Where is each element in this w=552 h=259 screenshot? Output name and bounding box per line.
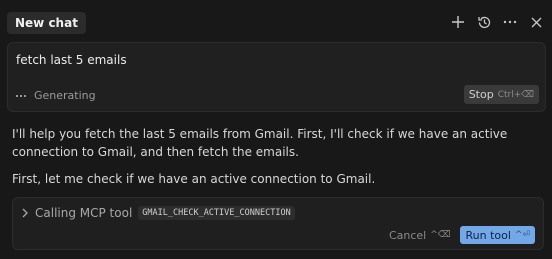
cancel-shortcut: ^⌫ <box>430 230 451 240</box>
loading-dots-icon <box>16 94 26 97</box>
tab-label: New chat <box>15 16 78 30</box>
run-tool-button[interactable]: Run tool ^⏎ <box>460 226 535 244</box>
prompt-text[interactable]: fetch last 5 emails <box>16 53 127 67</box>
tab-new-chat[interactable]: New chat <box>7 12 86 34</box>
status-text: Generating <box>34 89 96 102</box>
chat-input-card[interactable]: fetch last 5 emails Generating Stop Ctrl… <box>7 42 546 112</box>
tool-call-card: Calling MCP tool GMAIL_CHECK_ACTIVE_CONN… <box>12 197 544 250</box>
stop-label: Stop <box>468 88 494 101</box>
run-tool-label: Run tool <box>465 228 511 242</box>
chat-header: New chat <box>0 0 552 42</box>
close-icon[interactable] <box>526 11 546 33</box>
cancel-button[interactable]: Cancel ^⌫ <box>389 229 451 242</box>
more-icon[interactable] <box>500 11 520 33</box>
generating-status: Generating <box>16 89 96 102</box>
header-actions <box>448 11 546 33</box>
tool-name: GMAIL_CHECK_ACTIVE_CONNECTION <box>138 206 295 220</box>
chevron-right-icon <box>22 208 28 218</box>
history-icon[interactable] <box>474 11 494 33</box>
tool-call-header[interactable]: Calling MCP tool GMAIL_CHECK_ACTIVE_CONN… <box>21 206 295 220</box>
plus-icon[interactable] <box>448 11 468 33</box>
stop-button[interactable]: Stop Ctrl+⌫ <box>463 85 539 104</box>
tool-call-label: Calling MCP tool <box>35 206 133 220</box>
cancel-label: Cancel <box>388 228 427 242</box>
stop-shortcut: Ctrl+⌫ <box>497 89 534 100</box>
assistant-message: I'll help you fetch the last 5 emails fr… <box>12 127 508 159</box>
assistant-message: First, let me check if we have an active… <box>12 172 376 186</box>
tool-actions: Cancel ^⌫ Run tool ^⏎ <box>389 226 535 244</box>
run-tool-shortcut: ^⏎ <box>514 230 530 240</box>
